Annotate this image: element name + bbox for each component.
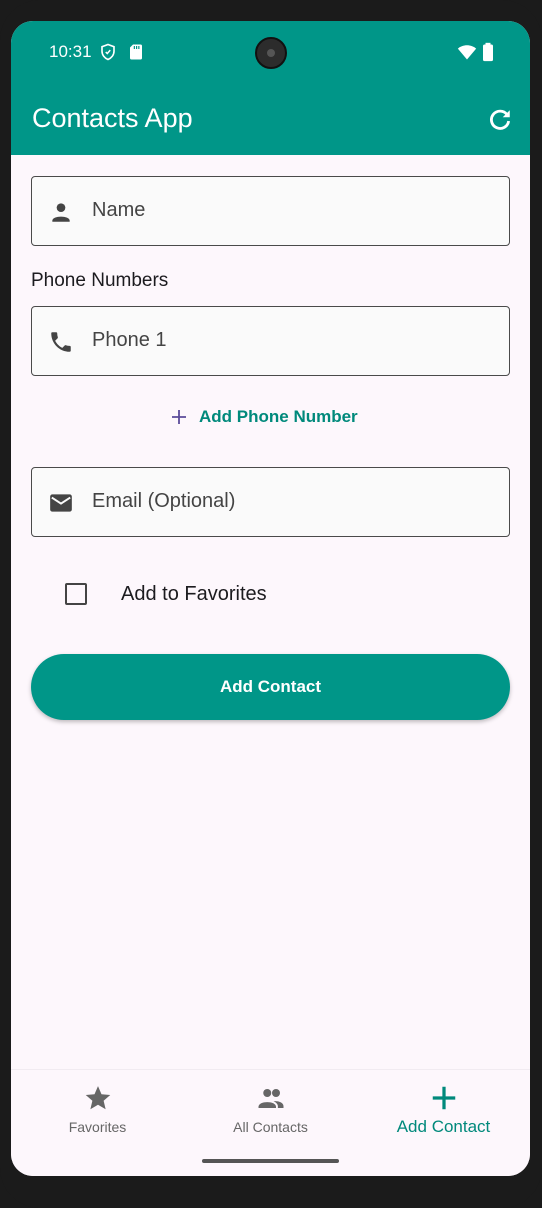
name-field[interactable] — [31, 176, 510, 246]
home-indicator[interactable] — [202, 1159, 339, 1163]
star-icon — [85, 1086, 110, 1110]
email-icon — [50, 494, 72, 512]
favorite-label: Add to Favorites — [121, 582, 267, 605]
plus-icon — [432, 1086, 455, 1110]
nav-all-contacts-label: All Contacts — [233, 1119, 308, 1135]
add-contact-button[interactable]: Add Contact — [31, 654, 510, 720]
favorite-row: Add to Favorites — [65, 581, 267, 607]
phone-icon — [51, 332, 71, 352]
app-bar: 10:31 Contacts App — [11, 21, 530, 155]
add-phone-label: Add Phone Number — [199, 407, 358, 426]
name-input[interactable] — [92, 177, 492, 244]
add-phone-button[interactable]: Add Phone Number — [171, 401, 358, 433]
nav-favorites[interactable]: Favorites — [11, 1070, 184, 1150]
front-camera — [255, 37, 287, 69]
sd-card-icon — [130, 44, 142, 60]
nav-add-contact[interactable]: Add Contact — [357, 1070, 530, 1150]
shield-icon — [101, 43, 115, 61]
email-field[interactable] — [31, 467, 510, 537]
battery-icon — [483, 42, 493, 62]
nav-add-contact-label: Add Contact — [396, 1117, 491, 1136]
plus-icon — [172, 410, 186, 424]
people-icon — [258, 1089, 283, 1108]
email-input[interactable] — [92, 468, 492, 535]
screen: 10:31 Contacts App Name Phone Numbers Ph… — [11, 21, 530, 1176]
status-time: 10:31 — [49, 42, 92, 61]
nav-all-contacts[interactable]: All Contacts — [184, 1070, 357, 1150]
favorite-checkbox[interactable] — [65, 583, 87, 605]
app-title: Contacts App — [32, 103, 193, 133]
device-frame: 10:31 Contacts App Name Phone Numbers Ph… — [0, 0, 542, 1208]
wifi-icon — [457, 45, 477, 60]
phone-field[interactable] — [31, 306, 510, 376]
person-icon — [52, 203, 70, 222]
nav-favorites-label: Favorites — [68, 1119, 127, 1135]
phone-section-label: Phone Numbers — [31, 270, 169, 291]
refresh-icon[interactable] — [487, 107, 513, 133]
phone-input[interactable] — [92, 307, 492, 374]
